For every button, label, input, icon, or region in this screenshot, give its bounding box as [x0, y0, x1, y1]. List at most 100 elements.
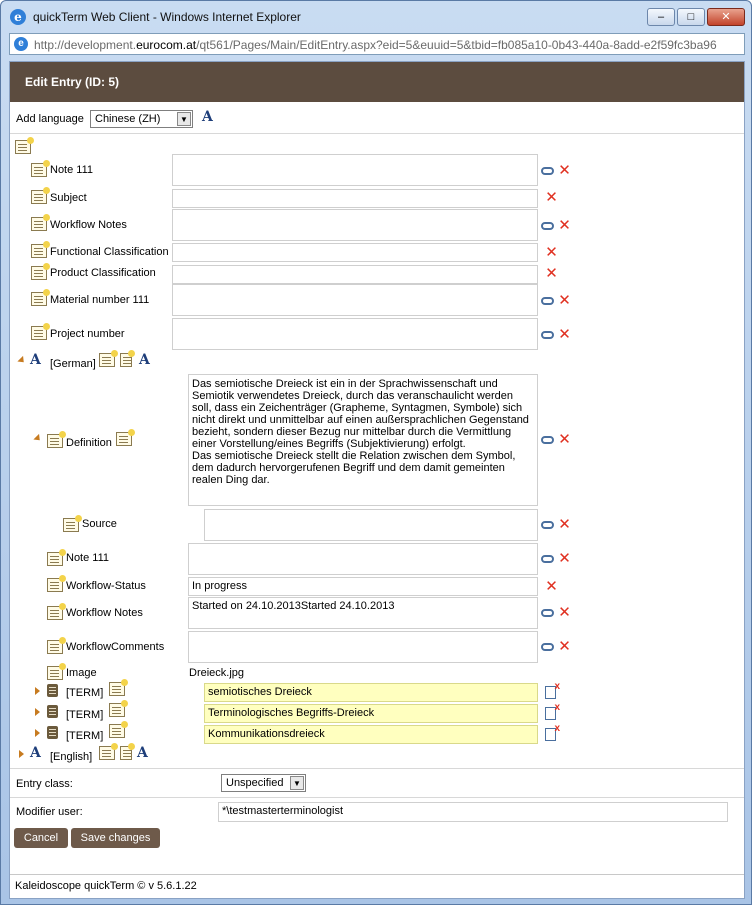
delete-icon[interactable]: ✕: [558, 639, 571, 654]
link-icon[interactable]: [541, 436, 554, 444]
note-icon: [31, 323, 50, 340]
delete-icon[interactable]: ✕: [558, 218, 571, 233]
note-icon: [31, 289, 50, 306]
link-icon[interactable]: [541, 167, 554, 175]
delete-icon[interactable]: ✕: [558, 327, 571, 342]
delete-icon[interactable]: ✕: [545, 579, 558, 594]
chevron-down-icon: ▼: [290, 776, 304, 790]
link-icon[interactable]: [541, 222, 554, 230]
add-language-select[interactable]: Chinese (ZH) ▼: [90, 110, 193, 128]
note-icon: [31, 187, 50, 204]
link-icon[interactable]: [541, 643, 554, 651]
delete-icon[interactable]: ✕: [558, 605, 571, 620]
add-language-icon[interactable]: A: [202, 109, 213, 125]
delete-term-icon[interactable]: [545, 681, 560, 699]
note-icon: [63, 515, 82, 532]
source-input[interactable]: [204, 509, 538, 541]
page-icon: e: [14, 37, 28, 51]
english-label: [English]: [50, 751, 93, 763]
entry-class-value: Unspecified: [226, 777, 284, 789]
language-icon: A: [30, 745, 41, 761]
workflow-status-input[interactable]: In progress: [188, 577, 538, 596]
product-classification-input[interactable]: [172, 265, 538, 284]
entry-class-label: Entry class:: [16, 778, 73, 790]
entry-class-select[interactable]: Unspecified ▼: [221, 774, 306, 792]
delete-term-icon[interactable]: [545, 702, 560, 720]
workflow-comments-label: WorkflowComments: [66, 641, 165, 653]
delete-icon[interactable]: ✕: [558, 293, 571, 308]
expand-term-toggle[interactable]: [35, 687, 40, 695]
image-filename[interactable]: Dreieck.jpg: [189, 667, 244, 679]
project-number-input[interactable]: [172, 318, 538, 350]
field-label-material-number: Material number 111: [50, 294, 150, 306]
delete-language-icon[interactable]: A: [139, 352, 150, 368]
modifier-user-input[interactable]: *\testmasterterminologist: [218, 802, 728, 822]
delete-icon[interactable]: ✕: [545, 245, 558, 260]
ie-icon: e: [10, 9, 26, 25]
add-language-label: Add language: [16, 113, 84, 125]
language-icon: A: [30, 352, 41, 368]
delete-icon[interactable]: ✕: [558, 432, 571, 447]
expand-term-toggle[interactable]: [35, 708, 40, 716]
page-header: Edit Entry (ID: 5): [10, 62, 744, 102]
delete-term-icon[interactable]: [545, 723, 560, 741]
link-icon[interactable]: [541, 521, 554, 529]
term-icon: [47, 726, 58, 739]
expand-english-toggle[interactable]: [19, 750, 24, 758]
maximize-button[interactable]: □: [677, 8, 705, 26]
term-input[interactable]: Kommunikationsdreieck: [204, 725, 538, 744]
german-label: [German]: [50, 358, 96, 370]
save-changes-button[interactable]: Save changes: [71, 828, 160, 848]
add-note-icon[interactable]: [99, 350, 118, 367]
browser-window: e quickTerm Web Client - Windows Interne…: [0, 0, 752, 905]
field-label-note-111: Note 111: [50, 164, 94, 176]
german-workflow-notes-input[interactable]: Started on 24.10.2013Started 24.10.2013: [188, 597, 538, 629]
term-input[interactable]: Terminologisches Begriffs-Dreieck: [204, 704, 538, 723]
add-term-icon[interactable]: [120, 350, 135, 367]
add-note-icon[interactable]: [15, 137, 34, 154]
link-icon[interactable]: [541, 609, 554, 617]
term-input[interactable]: semiotisches Dreieck: [204, 683, 538, 702]
definition-label: Definition: [66, 437, 112, 449]
add-note-icon[interactable]: [109, 721, 128, 738]
add-term-icon[interactable]: [120, 743, 135, 760]
add-note-icon[interactable]: [109, 679, 128, 696]
collapse-german-toggle[interactable]: [17, 355, 27, 366]
delete-icon[interactable]: ✕: [558, 163, 571, 178]
image-label: Image: [66, 667, 97, 679]
minimize-button[interactable]: ‒: [647, 8, 675, 26]
german-note-label: Note 111: [66, 552, 110, 564]
field-label-workflow-notes: Workflow Notes: [50, 219, 127, 231]
delete-language-icon[interactable]: A: [137, 745, 148, 761]
note-icon: [47, 575, 66, 592]
delete-icon[interactable]: ✕: [545, 190, 558, 205]
delete-icon[interactable]: ✕: [558, 551, 571, 566]
note-icon: [31, 160, 50, 177]
note-icon: [47, 663, 66, 680]
link-icon[interactable]: [541, 555, 554, 563]
add-note-icon[interactable]: [99, 743, 118, 760]
workflow-comments-input[interactable]: [188, 631, 538, 663]
delete-icon[interactable]: ✕: [545, 266, 558, 281]
expand-term-toggle[interactable]: [35, 729, 40, 737]
german-workflow-notes-label: Workflow Notes: [66, 607, 143, 619]
field-label-project-number: Project number: [50, 328, 125, 340]
field-label-functional-classification: Functional Classification: [50, 246, 169, 258]
link-icon[interactable]: [541, 297, 554, 305]
add-note-icon[interactable]: [109, 700, 128, 717]
workflow-notes-input[interactable]: [172, 209, 538, 241]
delete-icon[interactable]: ✕: [558, 517, 571, 532]
subject-input[interactable]: [172, 189, 538, 208]
link-icon[interactable]: [541, 331, 554, 339]
definition-textarea[interactable]: Das semiotische Dreieck ist ein in der S…: [188, 374, 538, 506]
german-note-input[interactable]: [188, 543, 538, 575]
note-111-input[interactable]: [172, 154, 538, 186]
note-icon: [31, 263, 50, 280]
functional-classification-input[interactable]: [172, 243, 538, 262]
close-button[interactable]: ✕: [707, 8, 745, 26]
add-note-icon[interactable]: [116, 429, 135, 446]
cancel-button[interactable]: Cancel: [14, 828, 68, 848]
collapse-definition-toggle[interactable]: [33, 433, 43, 444]
material-number-input[interactable]: [172, 284, 538, 316]
address-bar[interactable]: e http://development.eurocom.at/qt561/Pa…: [9, 33, 745, 55]
